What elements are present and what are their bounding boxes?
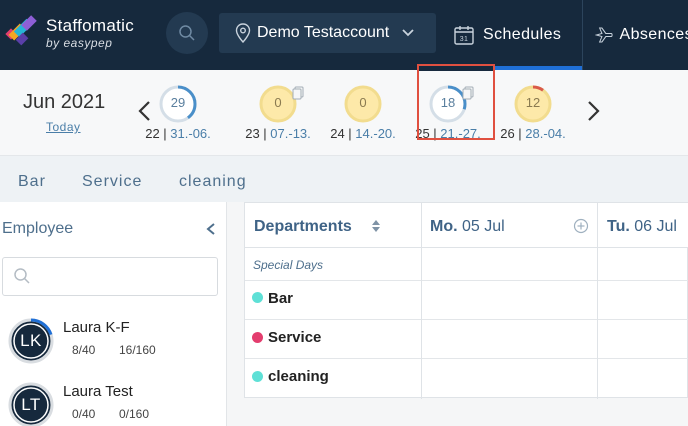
global-search-button[interactable] xyxy=(166,12,208,54)
department-color-dot xyxy=(252,371,263,382)
employee-panel: Employee LK Laura K-F 8/40 16/160 LT Laura Te… xyxy=(0,202,227,426)
day-header-tuesday[interactable]: Tu. 06 Jul xyxy=(607,218,677,236)
account-selector[interactable]: Demo Testaccount xyxy=(219,13,436,53)
nav-absences[interactable]: Absences xyxy=(583,0,688,70)
add-shift-plus-icon[interactable] xyxy=(573,218,589,234)
department-name[interactable]: Service xyxy=(268,329,321,346)
staffomatic-logo[interactable] xyxy=(4,14,40,50)
brand-subtitle: by easypep xyxy=(46,36,113,50)
sort-icon[interactable] xyxy=(371,219,381,233)
employee-week-hours: 8/40 xyxy=(72,343,96,357)
column-divider xyxy=(421,203,422,399)
column-divider xyxy=(597,203,598,399)
department-name[interactable]: cleaning xyxy=(268,368,329,385)
nav-absences-label: Absences xyxy=(619,26,688,43)
week-range: 28.-04. xyxy=(525,126,566,141)
brand: Staffomatic by easypep xyxy=(46,16,134,50)
week-shift-count: 29 xyxy=(170,95,186,110)
selected-week-highlight xyxy=(417,64,495,140)
week-number: 24 xyxy=(330,126,345,141)
week-label: 24 | 14.-20. xyxy=(330,126,396,141)
collapse-panel-icon[interactable] xyxy=(205,222,217,236)
special-days-row: Special Days xyxy=(245,248,688,281)
employee-item[interactable]: LK Laura K-F 8/40 16/160 xyxy=(8,318,218,376)
employee-panel-title: Employee xyxy=(2,220,74,237)
nav-schedules[interactable]: 31 Schedules xyxy=(440,0,582,70)
employee-search[interactable] xyxy=(2,257,218,296)
copy-week-icon[interactable] xyxy=(292,86,304,100)
employee-week-hours: 0/40 xyxy=(72,407,96,421)
day-of-week: Tu. xyxy=(607,218,630,235)
week-label: 23 | 07.-13. xyxy=(245,126,311,141)
day-header-monday[interactable]: Mo. 05 Jul xyxy=(430,218,505,236)
airplane-icon xyxy=(595,27,613,43)
employee-name: Laura Test xyxy=(63,383,133,400)
week-strip: Jun 2021 Today 29 22 | 31.-06. 0 23 | 07.-1… xyxy=(0,70,688,156)
department-row: Bar xyxy=(245,281,688,320)
avatar-initials: LT xyxy=(21,395,41,414)
department-name[interactable]: Bar xyxy=(268,290,293,307)
week-item[interactable]: 12 26 | 28.-04. xyxy=(493,84,573,144)
week-shift-count: 12 xyxy=(525,95,541,110)
department-row: cleaning xyxy=(245,359,688,398)
svg-text:31: 31 xyxy=(460,36,469,43)
avatar-initials: LK xyxy=(20,331,42,350)
account-name: Demo Testaccount xyxy=(257,24,390,41)
employee-search-input[interactable] xyxy=(35,264,210,290)
day-date: 06 Jul xyxy=(634,218,677,235)
chevron-down-icon xyxy=(402,29,414,37)
schedule-grid: Departments Mo. 05 Jul Tu. 06 Jul Specia… xyxy=(244,202,688,399)
department-color-dot xyxy=(252,292,263,303)
top-bar: Staffomatic by easypep Demo Testaccount … xyxy=(0,0,688,70)
grid-header: Departments Mo. 05 Jul Tu. 06 Jul xyxy=(245,203,688,248)
week-label: 26 | 28.-04. xyxy=(500,126,566,141)
employee-name: Laura K-F xyxy=(63,319,130,336)
week-number: 22 xyxy=(145,126,160,141)
week-label: 22 | 31.-06. xyxy=(145,126,211,141)
week-range: 07.-13. xyxy=(270,126,311,141)
current-month: Jun 2021 xyxy=(23,91,106,113)
day-of-week: Mo. xyxy=(430,218,458,235)
filter-service[interactable]: Service xyxy=(82,173,142,191)
week-shift-count: 0 xyxy=(359,95,367,110)
filter-cleaning[interactable]: cleaning xyxy=(179,173,247,191)
week-item[interactable]: 29 22 | 31.-06. xyxy=(138,84,218,144)
special-days-label: Special Days xyxy=(253,258,324,272)
department-color-dot xyxy=(252,332,263,343)
week-item[interactable]: 0 24 | 14.-20. xyxy=(323,84,403,144)
filter-bar[interactable]: Bar xyxy=(18,173,46,191)
departments-column-header[interactable]: Departments xyxy=(254,218,352,236)
search-icon xyxy=(14,268,30,284)
employee-item[interactable]: LT Laura Test 0/40 0/160 xyxy=(8,382,218,426)
week-range: 31.-06. xyxy=(170,126,211,141)
department-row: Service xyxy=(245,320,688,359)
employee-month-hours: 0/160 xyxy=(119,407,150,421)
week-number: 23 xyxy=(245,126,260,141)
today-link[interactable]: Today xyxy=(46,120,81,134)
week-range: 14.-20. xyxy=(355,126,396,141)
day-date: 05 Jul xyxy=(462,218,505,235)
search-icon xyxy=(179,25,195,41)
brand-name: Staffomatic xyxy=(46,16,135,35)
week-number: 26 xyxy=(500,126,515,141)
employee-month-hours: 16/160 xyxy=(119,343,156,357)
week-item[interactable]: 0 23 | 07.-13. xyxy=(238,84,318,144)
next-weeks-arrow-icon[interactable] xyxy=(584,100,602,122)
department-filter-bar: Bar Service cleaning xyxy=(0,156,688,202)
location-pin-icon xyxy=(235,23,251,43)
nav-schedules-label: Schedules xyxy=(483,26,562,43)
calendar-icon: 31 xyxy=(454,26,474,45)
